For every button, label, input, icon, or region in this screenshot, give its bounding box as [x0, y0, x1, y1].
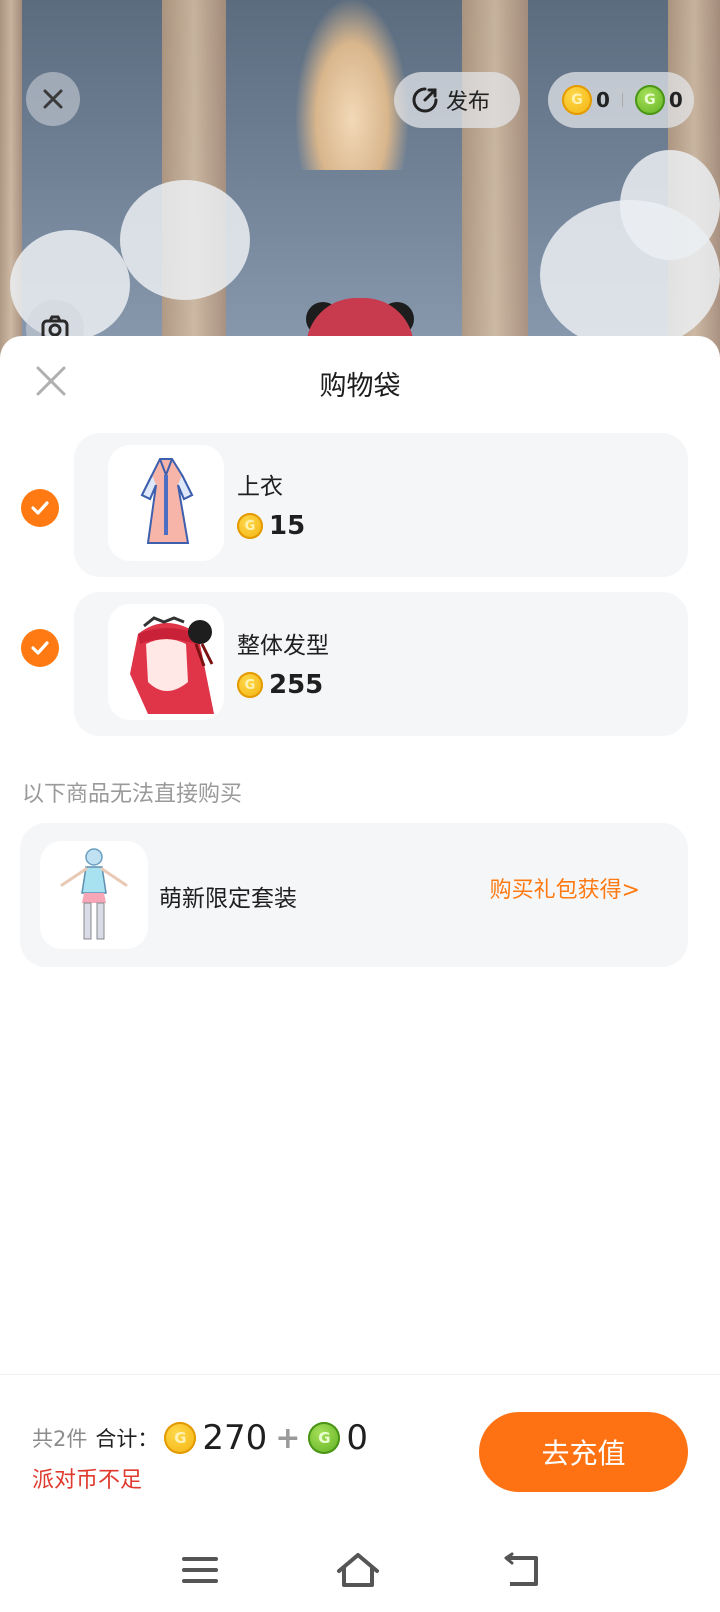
- footer-divider: [0, 1374, 720, 1375]
- item-price-value: 255: [269, 670, 324, 700]
- buy-bundle-link[interactable]: 购买礼包获得>: [490, 872, 640, 904]
- green-total: 0: [346, 1418, 369, 1458]
- check-icon: [31, 501, 49, 515]
- back-icon: [504, 1552, 538, 1586]
- total-label: 合计：: [95, 1427, 159, 1451]
- sheet-title: 购物袋: [319, 371, 401, 402]
- item-name: 上衣: [237, 474, 283, 500]
- close-icon: [43, 89, 63, 109]
- item-thumbnail: [108, 604, 224, 720]
- insufficient-coins-warning: 派对币不足: [32, 1468, 143, 1493]
- publish-icon: [412, 87, 438, 113]
- item-price-value: 15: [269, 511, 306, 541]
- publish-label: 发布: [446, 90, 491, 115]
- gold-total: 270: [202, 1418, 268, 1458]
- item-price: G 15: [237, 511, 305, 541]
- bundle-name: 萌新限定套装: [159, 886, 297, 912]
- unavailable-section-label: 以下商品无法直接购买: [22, 782, 243, 807]
- green-balance: 0: [668, 88, 683, 112]
- green-coin-icon: G: [634, 85, 665, 115]
- nav-back-button[interactable]: [497, 1548, 547, 1592]
- check-icon: [31, 641, 49, 655]
- green-coin-icon: G: [308, 1422, 341, 1454]
- item-name: 整体发型: [237, 633, 329, 659]
- home-icon: [337, 1553, 379, 1587]
- system-nav-bar: [0, 1530, 720, 1612]
- avatar-preview-scene: [0, 0, 720, 360]
- item-count: 共2件: [32, 1427, 88, 1451]
- gold-coin-icon: G: [562, 85, 592, 115]
- gold-balance: 0: [596, 88, 610, 112]
- item-checkbox[interactable]: [21, 629, 59, 667]
- cart-item-card[interactable]: 上衣 G 15: [74, 433, 688, 577]
- publish-button[interactable]: 发布: [394, 72, 520, 128]
- nav-home-button[interactable]: [333, 1548, 383, 1592]
- recharge-button[interactable]: 去充值: [479, 1412, 688, 1492]
- hairstyle-image: [130, 616, 214, 714]
- gold-coin-icon: G: [237, 672, 263, 698]
- menu-icon: [182, 1557, 218, 1583]
- outfit-set-image: [60, 848, 128, 940]
- cart-item-card[interactable]: 整体发型 G 255: [74, 592, 688, 736]
- top-garment-image: [140, 458, 194, 544]
- gold-coin-icon: G: [237, 513, 263, 539]
- plus-sign: +: [275, 1420, 301, 1456]
- scene-close-button[interactable]: [26, 72, 80, 126]
- item-price: G 255: [237, 670, 323, 700]
- order-summary: 共2件 合计： G 270 + G 0: [32, 1418, 368, 1458]
- nav-menu-button[interactable]: [175, 1548, 225, 1592]
- item-thumbnail: [40, 841, 148, 949]
- item-checkbox[interactable]: [21, 489, 59, 527]
- gold-coin-icon: G: [164, 1422, 197, 1454]
- balance-pill[interactable]: G 0 G 0: [548, 72, 694, 128]
- balance-divider: [621, 93, 623, 107]
- item-thumbnail: [108, 445, 224, 561]
